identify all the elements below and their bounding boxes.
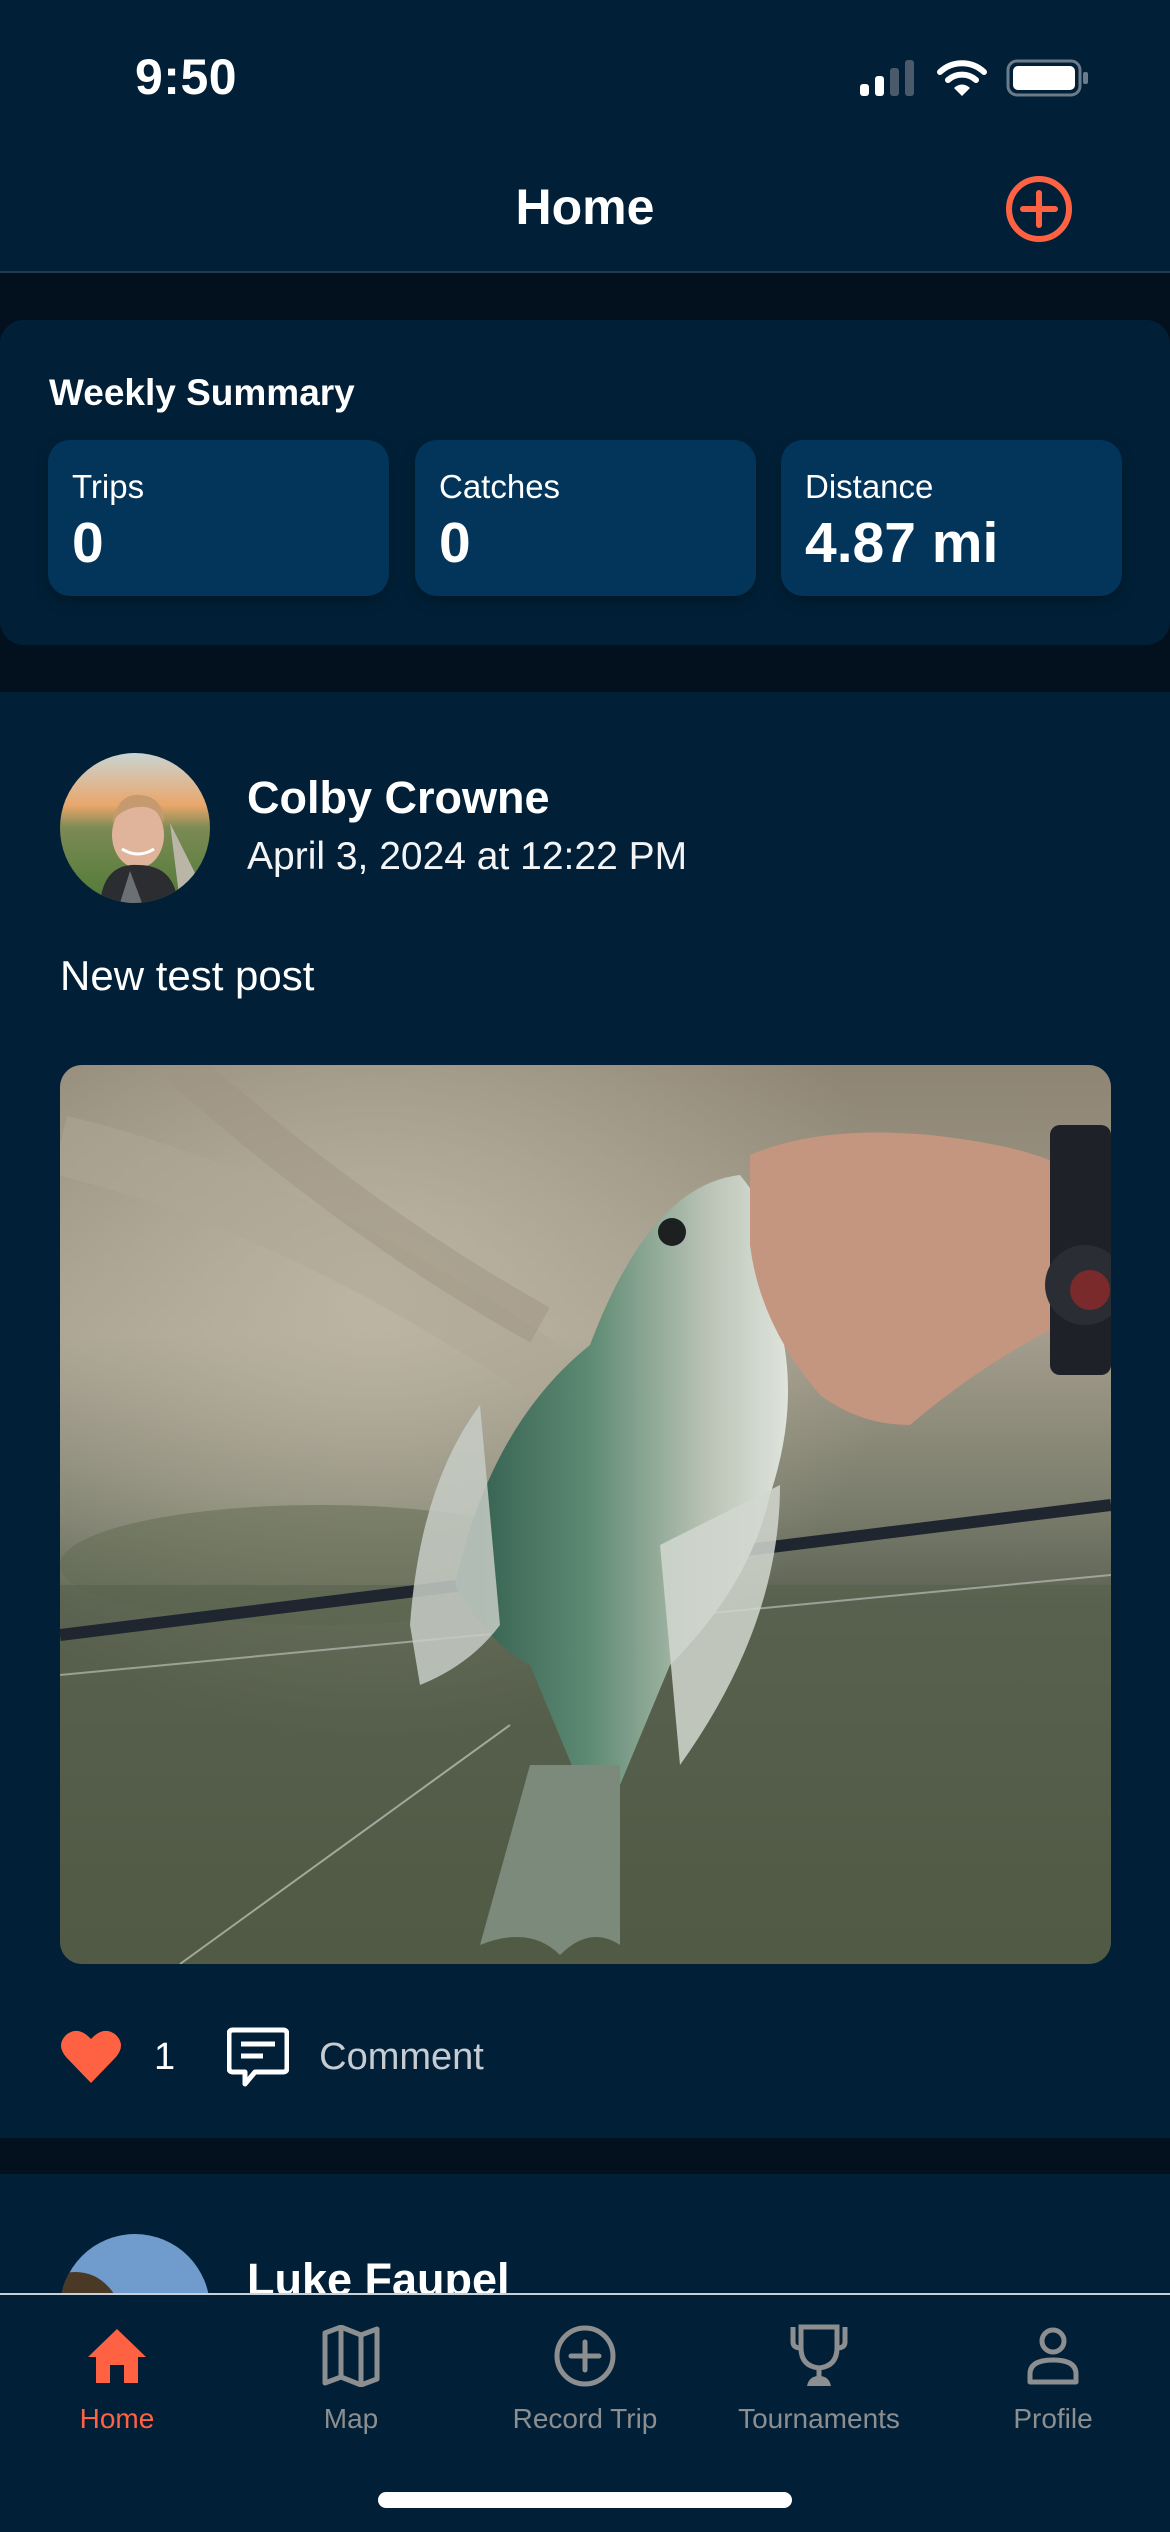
stat-trips: Trips 0 [48, 440, 389, 596]
status-icons [858, 58, 1090, 98]
post-timestamp: April 3, 2024 at 12:22 PM [247, 835, 688, 878]
status-time: 9:50 [135, 49, 238, 105]
like-count: 1 [154, 2035, 176, 2078]
stat-label: Trips [72, 468, 145, 505]
tab-label: Map [323, 2403, 379, 2434]
post-body: New test post [60, 952, 315, 999]
tab-map[interactable]: Map [234, 2295, 468, 2445]
stat-label: Catches [439, 468, 561, 505]
post-actions: 1 Comment [60, 2022, 484, 2092]
person-icon [1027, 2327, 1079, 2385]
post-photo[interactable] [60, 1065, 1111, 1964]
plus-circle-icon [554, 2325, 616, 2387]
feed-post: Colby Crowne April 3, 2024 at 12:22 PM N… [0, 692, 1170, 2138]
add-post-button[interactable] [1005, 175, 1073, 243]
stat-distance: Distance 4.87 mi [781, 440, 1122, 596]
comment-label: Comment [319, 2035, 484, 2078]
home-indicator [378, 2492, 792, 2508]
tab-label: Record Trip [512, 2403, 658, 2434]
stat-value: 4.87 mi [805, 511, 999, 575]
avatar-photo-icon [60, 753, 210, 903]
comment-button[interactable]: Comment [227, 2026, 484, 2088]
heart-icon [61, 2030, 121, 2083]
post-author[interactable]: Colby Crowne [247, 772, 550, 824]
wifi-icon [937, 60, 987, 96]
nav-bar: Home [0, 140, 1170, 273]
weekly-summary-card: Weekly Summary Trips 0 Catches 0 Distanc… [0, 320, 1170, 645]
tab-record-trip[interactable]: Record Trip [468, 2295, 702, 2445]
stat-value: 0 [72, 511, 104, 575]
trophy-icon [790, 2324, 848, 2386]
weekly-summary-title: Weekly Summary [49, 372, 355, 413]
stat-label: Distance [805, 468, 934, 505]
map-icon [322, 2325, 380, 2387]
tab-home[interactable]: Home [0, 2295, 234, 2445]
avatar[interactable] [60, 753, 210, 903]
home-icon [88, 2329, 146, 2383]
page-title: Home [515, 179, 655, 235]
tab-label: Home [79, 2403, 155, 2434]
tab-label: Profile [1013, 2403, 1093, 2434]
stat-catches: Catches 0 [415, 440, 756, 596]
comment-icon [227, 2027, 290, 2087]
crappie-fish-photo-icon [60, 1065, 1111, 1964]
stat-value: 0 [439, 511, 471, 575]
signal-icon [860, 60, 914, 96]
tab-profile[interactable]: Profile [936, 2295, 1170, 2445]
plus-circle-icon [1006, 176, 1072, 242]
tab-tournaments[interactable]: Tournaments [702, 2295, 936, 2445]
tab-label: Tournaments [738, 2403, 900, 2434]
battery-icon [1006, 59, 1088, 97]
status-bar: 9:50 [0, 0, 1170, 140]
like-button[interactable]: 1 [60, 2029, 175, 2085]
